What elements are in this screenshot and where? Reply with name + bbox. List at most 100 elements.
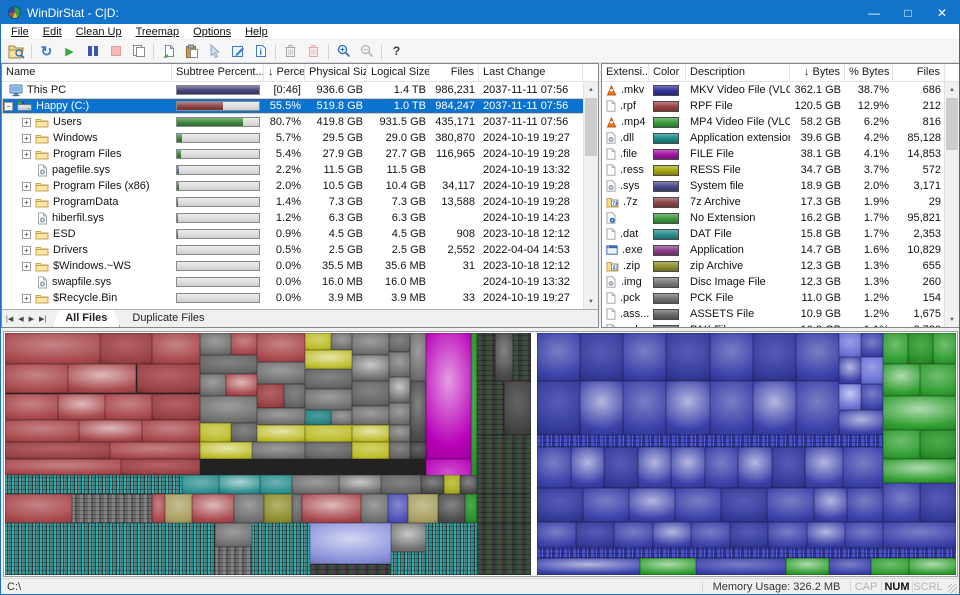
extension-row--exe[interactable]: .exeApplication14.7 GB1.6%10,829 [602, 242, 959, 258]
treemap-rect[interactable] [215, 523, 252, 547]
treemap-rect[interactable] [537, 333, 580, 381]
treemap-rect[interactable] [604, 447, 638, 488]
treemap-rect[interactable] [847, 488, 883, 522]
treemap-rect[interactable] [305, 389, 352, 411]
treemap-rect[interactable] [829, 558, 871, 575]
select-button[interactable] [203, 41, 226, 62]
treemap-rect[interactable] [381, 475, 420, 494]
pause-button[interactable] [81, 41, 104, 62]
treemap-rect[interactable] [391, 523, 426, 552]
scroll-down-icon[interactable]: ▼ [584, 294, 598, 309]
extension-row-no-extension[interactable]: No Extension16.2 GB1.7%95,821 [602, 210, 959, 226]
scroll-down-icon[interactable]: ▼ [945, 312, 959, 327]
tree-column-header-4[interactable]: Logical Size [367, 64, 430, 81]
extension-row--7z[interactable]: 7z.7z7z Archive17.3 GB1.9%29 [602, 194, 959, 210]
tree-row-hiberfil-sys[interactable]: hiberfil.sys1.2%6.3 GB6.3 GB2024-10-19 1… [2, 210, 598, 226]
treemap-rect[interactable] [920, 483, 956, 522]
treemap-rect[interactable] [477, 494, 531, 523]
treemap-rect[interactable] [920, 430, 956, 459]
treemap-drive-d[interactable] [537, 333, 956, 575]
extension-column-header-4[interactable]: % Bytes [845, 64, 893, 81]
expand-icon[interactable]: + [22, 134, 31, 143]
treemap-rect[interactable] [165, 494, 192, 523]
treemap-rect[interactable] [537, 447, 571, 488]
treemap-rect[interactable] [623, 333, 666, 381]
treemap-rect[interactable] [814, 488, 848, 522]
treemap-rect[interactable] [537, 522, 576, 549]
scroll-up-icon[interactable]: ▲ [584, 82, 598, 97]
treemap-rect[interactable] [671, 447, 705, 488]
menu-item-file[interactable]: File [4, 26, 36, 38]
close-button[interactable]: ✕ [925, 1, 959, 24]
treemap-rect[interactable] [807, 522, 846, 549]
expand-icon[interactable]: + [22, 118, 31, 127]
treemap-rect[interactable] [675, 488, 721, 522]
treemap-rect[interactable] [426, 523, 478, 575]
treemap-rect[interactable] [389, 352, 410, 376]
treemap-rect[interactable] [883, 483, 919, 522]
extension-row--mp4[interactable]: .mp4MP4 Video File (VLC)58.2 GB6.2%816 [602, 114, 959, 130]
treemap-rect[interactable] [5, 394, 58, 421]
extension-column-header-3[interactable]: ↓ Bytes [790, 64, 845, 81]
treemap-rect[interactable] [861, 357, 883, 384]
treemap-rect[interactable] [883, 364, 919, 395]
treemap-rect[interactable] [883, 548, 956, 558]
treemap-rect[interactable] [839, 384, 861, 411]
resume-button[interactable]: ▶ [58, 41, 81, 62]
extension-row--rpf[interactable]: .rpfRPF File120.5 GB12.9%212 [602, 98, 959, 114]
treemap-rect[interactable] [883, 396, 956, 430]
treemap-rect[interactable] [292, 494, 302, 523]
treemap-rect[interactable] [5, 475, 182, 494]
tab-nav-first-icon[interactable]: |◀ [6, 315, 13, 323]
treemap-rect[interactable] [121, 459, 200, 475]
resize-grip[interactable] [943, 579, 959, 595]
treemap-rect[interactable] [305, 333, 331, 350]
treemap-rect[interactable] [909, 558, 956, 575]
tree-row--windows-ws[interactable]: +$Windows.~WS0.0%35.5 MB35.6 MB312023-10… [2, 258, 598, 274]
scroll-up-icon[interactable]: ▲ [945, 82, 959, 97]
treemap-rect[interactable] [504, 381, 531, 434]
treemap-rect[interactable] [805, 447, 843, 488]
treemap-rect[interactable] [110, 442, 199, 459]
treemap-rect[interactable] [767, 488, 813, 522]
treemap-rect[interactable] [537, 558, 640, 575]
tab-nav-last-icon[interactable]: ▶| [39, 315, 46, 323]
menu-item-clean-up[interactable]: Clean Up [69, 26, 129, 38]
extension-column-header-5[interactable]: Files [893, 64, 945, 81]
treemap-rect[interactable] [361, 494, 388, 523]
extension-column-header-0[interactable]: Extensi... [602, 64, 649, 81]
tab-nav-next-icon[interactable]: ▶ [29, 315, 34, 323]
treemap-rect[interactable] [477, 381, 504, 434]
treemap-rect[interactable] [257, 384, 283, 408]
treemap-rect[interactable] [305, 350, 352, 369]
treemap-rect[interactable] [883, 459, 956, 483]
treemap-rect[interactable] [192, 494, 235, 523]
treemap-rect[interactable] [391, 552, 426, 575]
treemap-rect[interactable] [753, 333, 796, 381]
extension-row--sys[interactable]: .sysSystem file18.9 GB2.0%3,171 [602, 178, 959, 194]
treemap-rect[interactable] [200, 396, 258, 423]
treemap-rect[interactable] [583, 488, 629, 522]
treemap-rect[interactable] [302, 494, 361, 523]
treemap-rect[interactable] [152, 333, 199, 364]
treemap-rect[interactable] [305, 369, 352, 388]
treemap-rect[interactable] [738, 447, 772, 488]
treemap-rect[interactable] [352, 425, 389, 442]
treemap-rect[interactable] [438, 494, 465, 523]
treemap-rect[interactable] [477, 333, 495, 381]
treemap-rect[interactable] [839, 410, 883, 434]
treemap-rect[interactable] [638, 447, 672, 488]
treemap-rect[interactable] [537, 548, 883, 558]
extension-row--ass-[interactable]: .ass...ASSETS File10.9 GB1.2%1,675 [602, 306, 959, 322]
treemap-rect[interactable] [691, 522, 730, 549]
treemap-rect[interactable] [861, 384, 883, 411]
expand-icon[interactable]: + [22, 150, 31, 159]
treemap-rect[interactable] [68, 364, 136, 393]
treemap-rect[interactable] [5, 494, 72, 523]
tree-row-esd[interactable]: +ESD0.9%4.5 GB4.5 GB9082023-10-18 12:12 [2, 226, 598, 242]
treemap-rect[interactable] [284, 384, 305, 408]
tree-row--recycle-bin[interactable]: +$Recycle.Bin0.0%3.9 MB3.9 MB332024-10-1… [2, 290, 598, 306]
menu-item-help[interactable]: Help [238, 26, 275, 38]
paste-button[interactable] [180, 41, 203, 62]
treemap-rect[interactable] [843, 447, 883, 488]
